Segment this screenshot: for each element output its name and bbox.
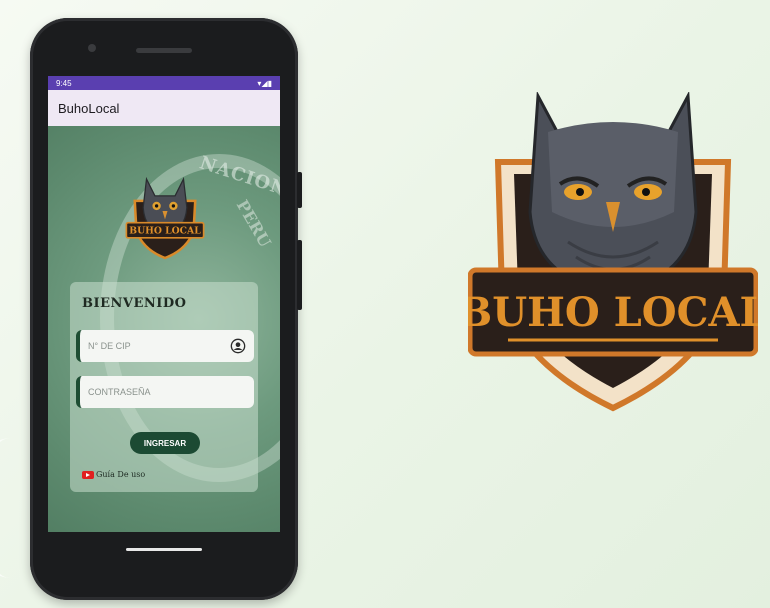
account-circle-icon [230, 338, 246, 354]
app-title: BuhoLocal [58, 100, 120, 116]
status-time: 9:45 [56, 78, 72, 88]
power-button [297, 172, 302, 208]
guide-link[interactable]: Guía De uso [82, 470, 145, 479]
guide-label: Guía De uso [96, 470, 146, 479]
ingresar-button[interactable]: INGRESAR [130, 432, 200, 454]
status-bar: 9:45 ▾◢▮ [48, 76, 280, 90]
login-screen: NACION PERU BUHO LOCAL BIENVENIDO N° DE … [48, 126, 280, 556]
password-placeholder: CONTRASEÑA [88, 387, 151, 397]
cip-input[interactable]: N° DE CIP [76, 330, 254, 362]
large-logo-text: BUHO LOCAL [468, 289, 758, 336]
phone-screen: 9:45 ▾◢▮ BuhoLocal NACION PERU BUHO LOCA… [48, 76, 280, 556]
youtube-icon [82, 470, 94, 479]
front-camera [88, 44, 96, 52]
login-card: BIENVENIDO N° DE CIP CONTRASEÑA INGRESAR… [70, 282, 258, 492]
owl-logo-small: BUHO LOCAL [125, 176, 205, 260]
volume-button [297, 240, 302, 310]
owl-logo-large: BUHO LOCAL [468, 92, 758, 412]
cip-placeholder: N° DE CIP [88, 341, 131, 351]
earpiece-speaker [136, 48, 192, 53]
navigation-bar [48, 532, 280, 556]
app-bar: BuhoLocal [48, 90, 280, 126]
welcome-title: BIENVENIDO [82, 296, 187, 311]
status-icons: ▾◢▮ [257, 78, 272, 88]
small-logo-text: BUHO LOCAL [129, 226, 201, 237]
password-input[interactable]: CONTRASEÑA [76, 376, 254, 408]
home-gesture-bar[interactable] [126, 548, 202, 551]
